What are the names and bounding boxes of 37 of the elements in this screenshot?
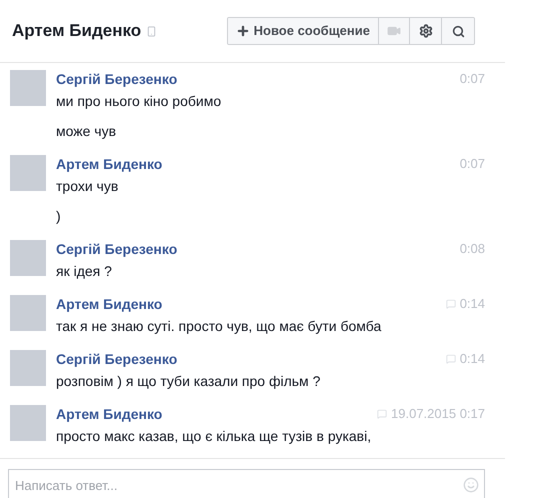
message-text: може чув (56, 122, 118, 141)
sender-name[interactable]: Артем Биденко (56, 404, 162, 424)
message-text: ми про нього кіно робимо (56, 92, 222, 111)
message-text: трохи чув (56, 177, 120, 196)
avatar-placeholder[interactable] (10, 295, 46, 331)
sender-name[interactable]: Артем Биденко (56, 154, 162, 174)
message-time: 0:07 (460, 155, 485, 174)
message-text: ) (56, 207, 62, 226)
sender-name[interactable]: Сергій Березенко (56, 68, 178, 90)
settings-button[interactable] (410, 18, 442, 44)
settings-icon (418, 24, 432, 38)
message-text: просто макс казав, що є кілька ще тузів в рукаві, (56, 427, 372, 446)
sender-name[interactable]: Сергій Березенко (56, 238, 178, 260)
avatar-placeholder[interactable] (10, 405, 46, 441)
message-text: так я не знаю суті. просто чув, що має бути бомба (56, 317, 382, 336)
search-button[interactable] (442, 18, 474, 44)
sender-name[interactable]: Сергій Березенко (56, 348, 178, 370)
message-time: 0:08 (460, 240, 485, 258)
video-camera-icon (387, 24, 401, 38)
search-icon (452, 24, 464, 38)
conversation-title: Артем Биденко (12, 20, 142, 42)
avatar-placeholder[interactable] (10, 70, 46, 106)
message-time: 0:07 (460, 70, 485, 88)
avatar-placeholder[interactable] (10, 155, 46, 191)
avatar-placeholder[interactable] (10, 350, 46, 386)
smiley-icon[interactable] (463, 477, 479, 493)
message-text: як ідея ? (56, 262, 113, 281)
message-text: розповім ) я що туби казали про фільм ? (56, 372, 322, 391)
phone-icon (146, 26, 158, 36)
new-message-button[interactable]: Новое сообщение (228, 18, 379, 44)
plus-icon (236, 24, 250, 38)
message-time: 19.07.2015 0:17 (391, 405, 485, 424)
avatar-placeholder[interactable] (10, 240, 46, 276)
message-time: 0:14 (460, 295, 485, 314)
reply-field[interactable]: Написать ответ... (8, 469, 485, 498)
sender-name[interactable]: Артем Биденко (56, 294, 162, 314)
message-time: 0:14 (460, 350, 485, 368)
